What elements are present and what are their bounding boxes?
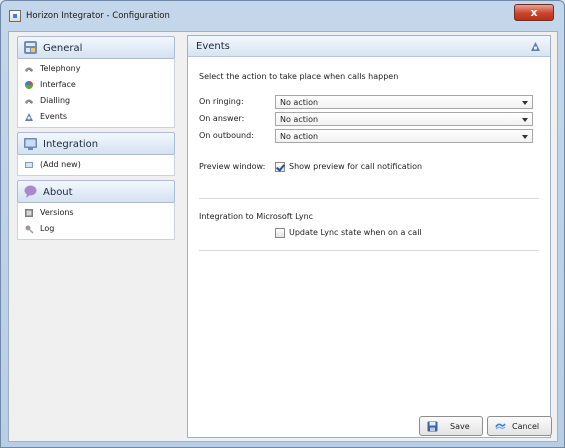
config-window: Horizon Integrator - Configuration x Gen… — [0, 0, 565, 448]
sidebar-item-log[interactable]: Log — [18, 221, 174, 237]
nav-section-general: General Telephony Interface Dialling Eve… — [17, 36, 175, 128]
on-outbound-value: No action — [280, 132, 319, 141]
sidebar-item-dialling[interactable]: Dialling — [18, 93, 174, 109]
on-ringing-label: On ringing: — [199, 97, 244, 106]
chevron-down-icon — [522, 135, 528, 139]
nav-section-about: About Versions Log — [17, 180, 175, 240]
versions-icon — [25, 209, 33, 217]
on-outbound-select[interactable]: No action — [275, 129, 533, 143]
cancel-button[interactable]: Cancel — [487, 416, 552, 436]
on-answer-select[interactable]: No action — [275, 112, 533, 126]
panel-header: Events — [188, 36, 550, 57]
sidebar-item-label: Dialling — [40, 96, 71, 105]
nav-header-about[interactable]: About — [17, 180, 175, 203]
nav-header-label: Integration — [43, 139, 99, 150]
about-icon — [24, 185, 37, 198]
log-icon — [25, 225, 34, 234]
on-answer-label: On answer: — [199, 114, 245, 123]
nav-items-general: Telephony Interface Dialling Events — [17, 59, 175, 128]
sidebar-item-versions[interactable]: Versions — [18, 205, 174, 221]
lync-checkbox[interactable] — [275, 228, 285, 238]
close-button[interactable]: x — [514, 4, 554, 21]
on-outbound-label: On outbound: — [199, 131, 254, 140]
cancel-arrow-icon — [495, 423, 506, 430]
lync-checkbox-label: Update Lync state when on a call — [289, 228, 422, 237]
sidebar-item-label: (Add new) — [40, 160, 81, 169]
nav-header-label: General — [43, 43, 83, 54]
nav-header-integration[interactable]: Integration — [17, 132, 175, 155]
sidebar-item-telephony[interactable]: Telephony — [18, 61, 174, 77]
on-ringing-value: No action — [280, 98, 319, 107]
nav-header-general[interactable]: General — [17, 36, 175, 59]
on-ringing-select[interactable]: No action — [275, 95, 533, 109]
preview-checkbox[interactable] — [275, 162, 285, 172]
on-answer-value: No action — [280, 115, 319, 124]
preview-checkbox-label: Show preview for call notification — [289, 162, 423, 171]
client-area: General Telephony Interface Dialling Eve… — [8, 31, 558, 442]
title-bar[interactable]: Horizon Integrator - Configuration x — [1, 1, 564, 31]
panel-title: Events — [196, 41, 230, 52]
divider — [199, 198, 539, 199]
interface-icon — [25, 81, 33, 89]
floppy-disk-icon — [427, 421, 438, 432]
save-button-label: Save — [450, 422, 470, 431]
preview-window-label: Preview window: — [199, 162, 266, 171]
sidebar-item-interface[interactable]: Interface — [18, 77, 174, 93]
cancel-button-label: Cancel — [512, 422, 540, 431]
sidebar-item-label: Events — [40, 112, 68, 121]
sidebar-item-label: Telephony — [40, 64, 81, 73]
general-icon — [24, 41, 37, 54]
nav-items-integration: (Add new) — [17, 155, 175, 176]
sidebar-item-label: Interface — [40, 80, 76, 89]
nav-items-about: Versions Log — [17, 203, 175, 240]
telephony-icon — [25, 67, 33, 72]
sidebar-item-label: Log — [40, 224, 55, 233]
nav-header-label: About — [43, 187, 73, 198]
integration-icon — [24, 138, 37, 150]
navigation-panel: General Telephony Interface Dialling Eve… — [17, 36, 175, 244]
chevron-down-icon — [522, 118, 528, 122]
events-panel: Events Select the action to take place w… — [187, 35, 551, 438]
sidebar-item-label: Versions — [40, 208, 74, 217]
add-new-icon — [25, 162, 33, 168]
events-intro-text: Select the action to take place when cal… — [199, 72, 399, 81]
sidebar-item-add-new[interactable]: (Add new) — [18, 157, 174, 173]
events-icon — [531, 42, 540, 51]
divider — [199, 250, 539, 251]
nav-section-integration: Integration (Add new) — [17, 132, 175, 176]
lync-heading: Integration to Microsoft Lync — [199, 212, 314, 221]
events-icon — [25, 113, 33, 121]
window-title: Horizon Integrator - Configuration — [26, 11, 170, 21]
dialling-icon — [25, 99, 33, 104]
save-button[interactable]: Save — [419, 416, 483, 436]
chevron-down-icon — [522, 101, 528, 105]
app-icon — [9, 10, 21, 22]
sidebar-item-events[interactable]: Events — [18, 109, 174, 125]
